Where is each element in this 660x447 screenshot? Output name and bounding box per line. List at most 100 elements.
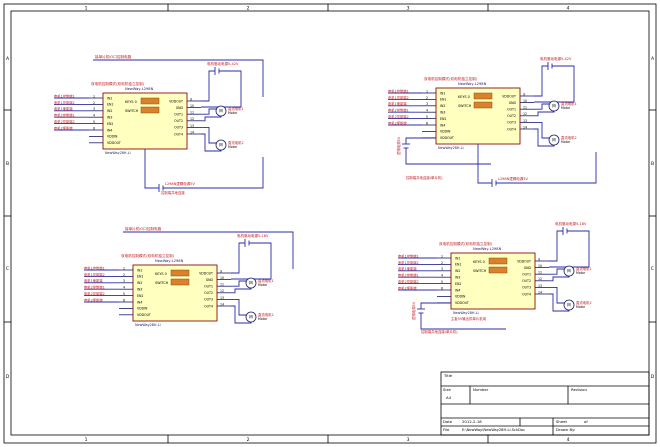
col-label-3-bottom: 3 [407,437,410,443]
sheet-label: Sheet [556,419,567,424]
title-label: Title [443,373,453,378]
right-pin-label: GND [509,101,517,105]
row-label-a-right: A [651,56,655,62]
note-bottom-label: 控制端共地连接(单片机) [406,175,443,180]
right-pin-label: OUT1 [522,273,531,277]
right-pin-number: 9 [523,92,525,96]
right-pin-number: 14 [538,290,542,294]
right-pin-label: OUT3 [507,121,516,125]
mode-title-label: 双电机控制模式(双电机独立控制) [424,76,478,81]
row-label-d: D [6,374,10,380]
left-pin-number: 4 [123,286,125,290]
left-pin-label: EN1 [107,103,113,107]
left-pin-number: 5 [441,280,443,284]
left-pin-label: IN2 [440,104,445,108]
right-pin-label: GND [176,106,184,110]
right-pin-label: VDDOUT [517,259,531,263]
logic-power-label: L298N逻辑电源5V [498,176,528,181]
right-pin-number: 9 [220,269,222,273]
input-label: 电机2控制端2 [84,291,105,296]
right-pin-number: 11 [538,271,542,275]
right-pin-number: 14 [220,302,224,306]
motor-2-sub-label: Motor [576,305,586,309]
schematic-sheet: 1 2 3 4 1 2 3 4 A B C D A B C D Title Si… [3,3,657,444]
row-label-c: C [6,266,9,272]
file-value: E:\NewWay\NewWay28H-Li.SchDoc [462,428,525,432]
right-pin-label: OUT3 [522,286,531,290]
right-pin-label: OUT2 [507,114,516,118]
right-pin-number: 13 [190,124,194,128]
chip-top-label: NewWay-L298N [155,259,184,263]
right-pin-number: 11 [190,111,194,115]
right-pin-label: VDDOUT [502,94,516,98]
switch-1-label: KEYS 0 [155,272,167,276]
right-pin-number: 13 [538,284,542,288]
left-pin-number: 5 [93,120,95,124]
motor-2-sub-label: Motor [561,140,571,144]
file-label: File [443,427,450,432]
motor-2-sub-label: Motor [258,317,268,321]
motor-1-glyph: M [567,268,571,273]
row-label-b: B [6,161,9,167]
left-pin-label: IN1 [455,256,460,260]
left-pin-label: VDDIN [107,135,118,139]
left-pin-label: EN2 [107,122,113,126]
driver-circuit-3: 接单片机IO口控制电路双电机控制模式(双电机独立控制)NewWay-L298N K… [84,226,294,327]
inner-frame [10,10,650,436]
input-label: 电机2使能端 [84,297,103,302]
power-label: 电机驱动电源5-18V [555,221,587,226]
circuits-layer: 接单片机IO口控制电路双电机控制模式(双电机独立控制)NewWay-L298NK… [54,54,597,334]
right-pin-number: 13 [523,119,527,123]
left-pin-label: IN3 [137,288,142,292]
left-pin-label: IN1 [107,96,112,100]
right-pin-number: 10 [190,104,194,108]
right-pin-label: OUT3 [174,126,183,130]
keys-switch [488,257,508,265]
input-label: 电机1控制端1 [84,265,105,270]
input-label: 电机1控制端1 [398,253,419,258]
right-pin-number: 12 [220,289,224,293]
right-pin-label: OUT2 [204,291,213,295]
input-label: 电机2使能端 [388,120,407,125]
motor-2-glyph: M [249,314,253,319]
input-label: 电机1控制端2 [398,260,419,265]
mode-title-label: 双电机控制模式(双电机独立控制) [439,241,493,246]
size-value: A4 [446,395,452,400]
input-label: 电机2控制端1 [398,273,419,278]
left-pin-label: EN2 [440,117,446,121]
date-label: Date [443,419,453,424]
right-pin-number: 12 [538,277,542,281]
motor-2-glyph: M [567,302,571,307]
left-pin-label: IN4 [455,288,460,292]
switch-1-label: KEYS 0 [458,95,470,99]
left-pin-label: IN4 [440,123,445,127]
right-pin-number: 12 [190,117,194,121]
input-label: 电机1使能端 [398,266,417,271]
col-label-4: 4 [567,6,570,12]
left-pin-label: IN2 [107,109,112,113]
left-pin-number: 6 [426,121,428,125]
power-label: 电机驱动电源5-18V [237,233,269,238]
left-pin-label: IN2 [455,269,460,273]
right-pin-number: 10 [538,264,542,268]
right-pin-number: 10 [523,99,527,103]
power-label: 电机驱动电源5-42V [540,56,572,61]
side-power-label: 逻辑电源5V [396,136,401,155]
right-pin-label: OUT2 [174,119,183,123]
input-label: 电机2控制端1 [54,113,75,118]
keys-switch [473,92,493,100]
left-pin-number: 1 [93,94,95,98]
motor-1-glyph: M [219,108,223,113]
left-pin-number: 6 [441,286,443,290]
right-pin-label: OUT4 [522,292,531,296]
chip-bottom-label: NewWay28H-Li [438,146,464,150]
right-pin-number: 11 [523,106,527,110]
right-pin-number: 14 [523,125,527,129]
row-label-a: A [6,56,10,62]
input-label: 电机1控制端2 [54,100,75,105]
driver-circuit-2: 双电机控制模式(双电机独立控制)NewWay-L298N KEYS 0 SWITCH… [388,56,597,187]
right-pin-label: OUT1 [174,113,183,117]
motor-1-glyph: M [552,103,556,108]
motor-2-glyph: M [552,137,556,142]
right-pin-label: OUT3 [204,298,213,302]
